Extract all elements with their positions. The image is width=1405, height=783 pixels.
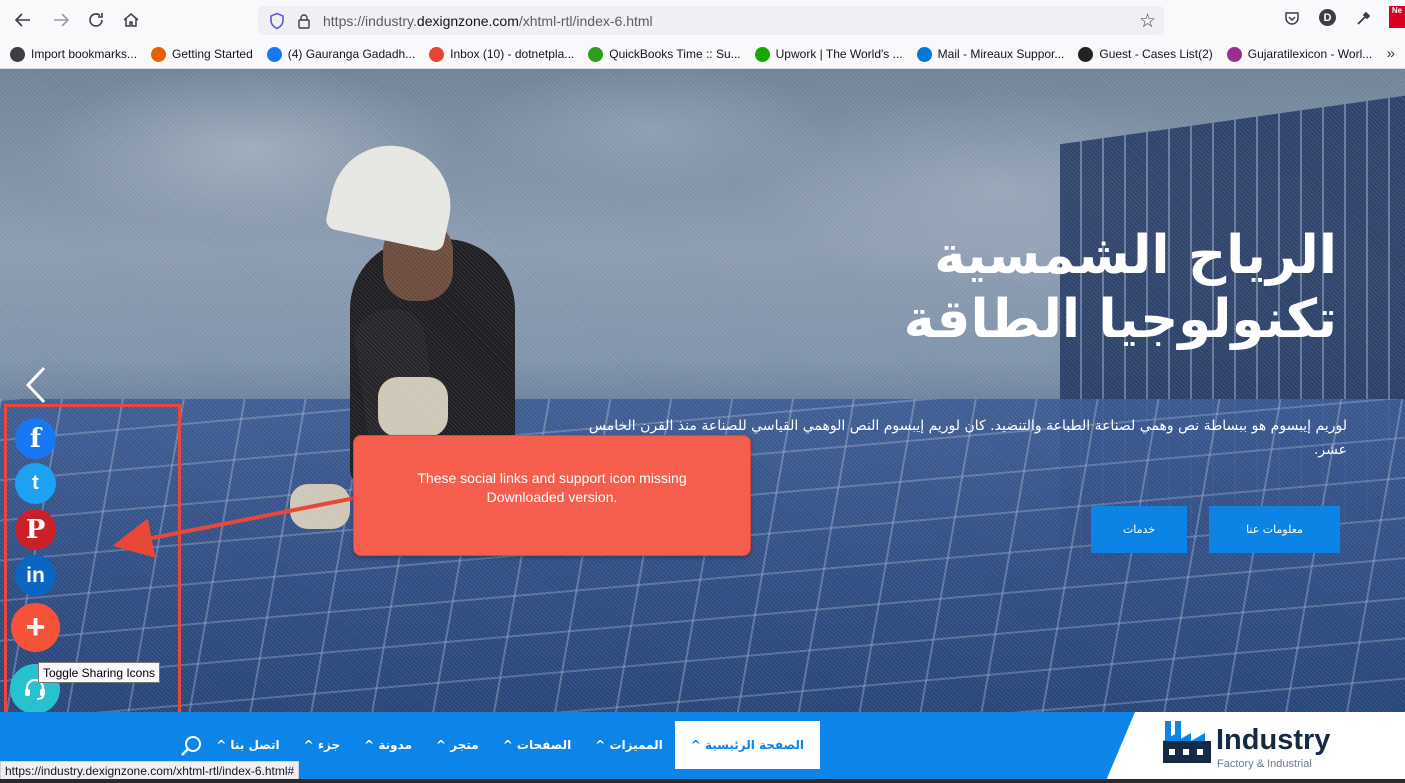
reload-button[interactable]	[79, 5, 113, 35]
factory-logo-icon[interactable]	[1163, 719, 1211, 763]
more-bookmarks-chevron-icon[interactable]: »	[1387, 45, 1395, 62]
linkedin-glyph: in	[26, 563, 45, 587]
facebook-share-icon[interactable]: f	[15, 418, 56, 459]
annotation-arrow	[112, 496, 356, 558]
bookmark-item[interactable]: Inbox (10) - dotnetpla...	[429, 46, 575, 62]
bookmark-item[interactable]: Upwork | The World's ...	[754, 46, 903, 62]
services-button[interactable]: خدمات	[1091, 506, 1187, 553]
taskbar-strip	[0, 779, 1405, 783]
logo-name[interactable]: Industry	[1216, 724, 1330, 757]
m-icon	[1078, 46, 1094, 62]
more-share-icon[interactable]: +	[11, 603, 60, 652]
hero-title-line1: الرياح الشمسية	[934, 225, 1337, 286]
nav-item[interactable]: الصفحات ^	[491, 721, 584, 769]
bookmark-label: QuickBooks Time :: Su...	[609, 47, 741, 61]
annotation-line1: These social links and support icon miss…	[417, 470, 687, 486]
bookmark-label: Getting Started	[172, 47, 253, 61]
bookmark-label: Upwork | The World's ...	[775, 47, 903, 61]
back-arrow-icon	[14, 13, 30, 27]
shield-icon[interactable]	[268, 12, 286, 30]
reload-icon	[89, 13, 103, 27]
bookmark-label: Mail - Mireaux Suppor...	[937, 47, 1065, 61]
twitter-glyph: t	[32, 472, 39, 494]
hero-title-line2: تكنولوجيا الطاقة	[903, 289, 1337, 350]
url-domain: dexignzone.com	[416, 12, 519, 29]
forward-arrow-icon	[54, 13, 70, 27]
annotation-callout: These social links and support icon miss…	[353, 435, 751, 556]
gl-icon	[1226, 46, 1242, 62]
bookmark-item[interactable]: (4) Gauranga Gadadh...	[266, 46, 416, 62]
hero-overlay-pattern	[0, 69, 1405, 712]
forward-button[interactable]	[44, 5, 78, 35]
slider-prev-arrow-icon[interactable]	[24, 365, 48, 405]
import-icon	[10, 46, 25, 62]
bookmark-item[interactable]: QuickBooks Time :: Su...	[588, 46, 741, 62]
url-text[interactable]: https://industry.dexignzone.com/xhtml-rt…	[323, 13, 653, 29]
bookmark-label: Import bookmarks...	[31, 47, 138, 61]
gmail-icon	[429, 46, 445, 62]
url-prefix: https://industry.	[323, 12, 417, 29]
profile-letter: D	[1319, 9, 1336, 26]
nav-item[interactable]: جزء ^	[292, 721, 352, 769]
nav-item[interactable]: متجر ^	[424, 721, 491, 769]
profile-avatar[interactable]: D	[1319, 9, 1336, 26]
logo-tagline: Factory & Industrial	[1217, 758, 1312, 770]
bookmark-item[interactable]: Mail - Mireaux Suppor...	[916, 46, 1065, 62]
nav-item[interactable]: مدونة ^	[352, 721, 424, 769]
pinterest-glyph: P	[25, 514, 46, 545]
pocket-icon[interactable]	[1283, 9, 1301, 27]
toggle-sharing-tooltip: Toggle Sharing Icons	[38, 662, 160, 683]
about-us-button[interactable]: معلومات عنا	[1209, 506, 1340, 553]
bookmarks-bar: Import bookmarks... Getting Started (4) Ga…	[0, 40, 1405, 69]
bookmark-label: (4) Gauranga Gadadh...	[287, 47, 416, 61]
linkedin-share-icon[interactable]: in	[15, 555, 56, 596]
bookmark-label: Inbox (10) - dotnetpla...	[450, 47, 575, 61]
link-status-bar: https://industry.dexignzone.com/xhtml-rt…	[0, 761, 300, 781]
firefox-icon	[151, 46, 167, 62]
annotation-line2: Downloaded version.	[486, 489, 618, 505]
hero-slider: الرياح الشمسية تكنولوجيا الطاقة لوريم إي…	[0, 69, 1405, 712]
hero-title: الرياح الشمسية تكنولوجيا الطاقة	[717, 224, 1337, 352]
back-button[interactable]	[6, 5, 40, 35]
facebook-icon	[266, 46, 282, 62]
quickbooks-icon	[588, 46, 604, 62]
outlook-icon	[916, 46, 932, 62]
twitter-share-icon[interactable]: t	[15, 463, 56, 504]
bookmark-label: Gujaratilexicon - Worl...	[1247, 47, 1373, 61]
upwork-icon	[754, 46, 770, 62]
pinterest-share-icon[interactable]: P	[15, 509, 56, 550]
nav-item[interactable]: الصفحة الرئيسية ^	[674, 721, 820, 769]
eyedropper-icon[interactable]	[1355, 9, 1373, 27]
nav-item[interactable]: المميزات ^	[583, 721, 674, 769]
home-button[interactable]	[114, 5, 148, 35]
lock-icon[interactable]	[296, 13, 312, 29]
bookmark-star-icon[interactable]: ☆	[1139, 10, 1156, 33]
bookmark-item[interactable]: Import bookmarks...	[10, 46, 138, 62]
extension-new-icon[interactable]: Ne	[1389, 6, 1405, 28]
bookmark-item[interactable]: Gujaratilexicon - Worl...	[1226, 46, 1373, 62]
home-icon	[123, 13, 139, 27]
browser-toolbar: https://industry.dexignzone.com/xhtml-rt…	[0, 0, 1405, 40]
bookmark-item[interactable]: Getting Started	[151, 46, 253, 62]
search-icon[interactable]	[180, 734, 204, 758]
address-bar[interactable]: https://industry.dexignzone.com/xhtml-rt…	[258, 6, 1164, 35]
bookmark-label: Guest - Cases List(2)	[1099, 47, 1213, 61]
url-path: /xhtml-rtl/index-6.html	[518, 12, 653, 29]
bookmark-item[interactable]: Guest - Cases List(2)	[1078, 46, 1213, 62]
more-glyph: +	[25, 608, 46, 646]
facebook-glyph: f	[29, 423, 42, 454]
